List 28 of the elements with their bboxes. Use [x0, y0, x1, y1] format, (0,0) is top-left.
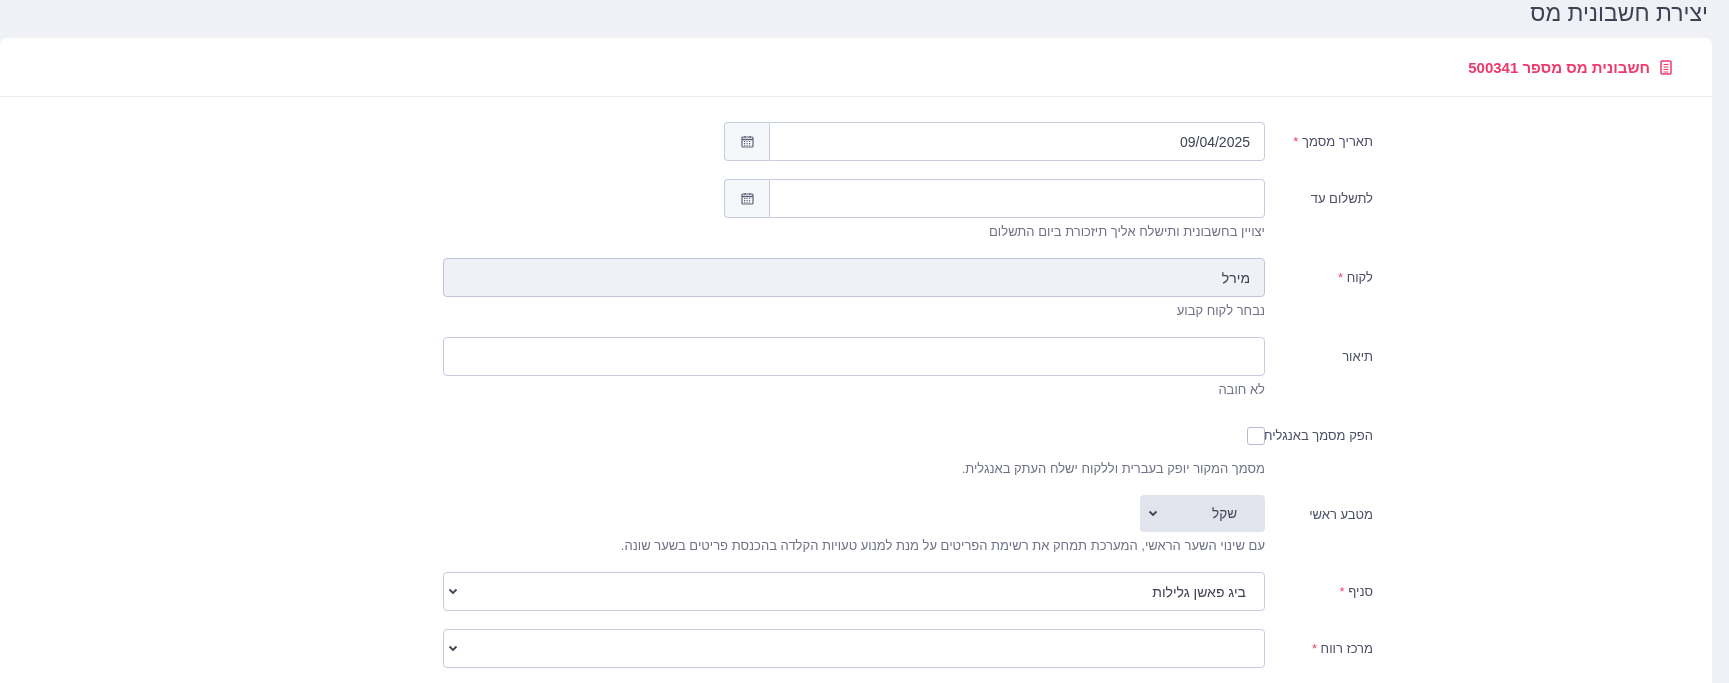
field-label: לתשלום עד [1309, 190, 1373, 208]
chevron-down-icon [448, 645, 458, 652]
checkbox[interactable] [1247, 426, 1265, 445]
field-label: הפק מסמך באנגלית [1265, 427, 1373, 445]
select-field[interactable]: ביג פאשן גלילות [443, 572, 1265, 611]
select-field[interactable] [443, 629, 1265, 668]
document-icon [1660, 59, 1672, 75]
field-label: סניף * [1338, 583, 1373, 601]
help-text: יצויין בחשבונית ותישלח אליך תיזכורת ביום התשלום [989, 223, 1265, 240]
help-text: עם שינוי השער הראשי, המערכת תמחק את רשימת הפריטים על מנת למנוע טעויות הקלדה בהכנסת פריטים בשער שונה. [620, 537, 1265, 554]
field-label: מרכז רווח * [1310, 640, 1373, 658]
help-text: לא חובה [1218, 381, 1265, 398]
help-text: מסמך המקור יופק בעברית וללקוח ישלח העתק באנגלית. [961, 460, 1265, 477]
calendar-icon[interactable] [724, 179, 769, 218]
field-label: תאריך מסמך * [1292, 133, 1373, 151]
help-text: נבחר לקוח קבוע [1176, 302, 1265, 319]
text-field[interactable] [443, 337, 1265, 376]
chevron-down-icon [1148, 510, 1158, 517]
field-label: מטבע ראשי [1308, 506, 1373, 524]
page-title: יצירת חשבונית מס [1529, 0, 1709, 28]
invoice-number-title: חשבונית מס מספר 500341 [1468, 58, 1650, 76]
currency-dropdown[interactable]: שקל [1140, 495, 1265, 532]
chevron-down-icon [448, 588, 458, 595]
field-label: לקוח * [1336, 269, 1373, 287]
date-field[interactable]: 09/04/2025 [769, 122, 1265, 161]
date-field[interactable] [769, 179, 1265, 218]
calendar-icon[interactable] [724, 122, 769, 161]
field-label: תיאור [1341, 348, 1373, 366]
